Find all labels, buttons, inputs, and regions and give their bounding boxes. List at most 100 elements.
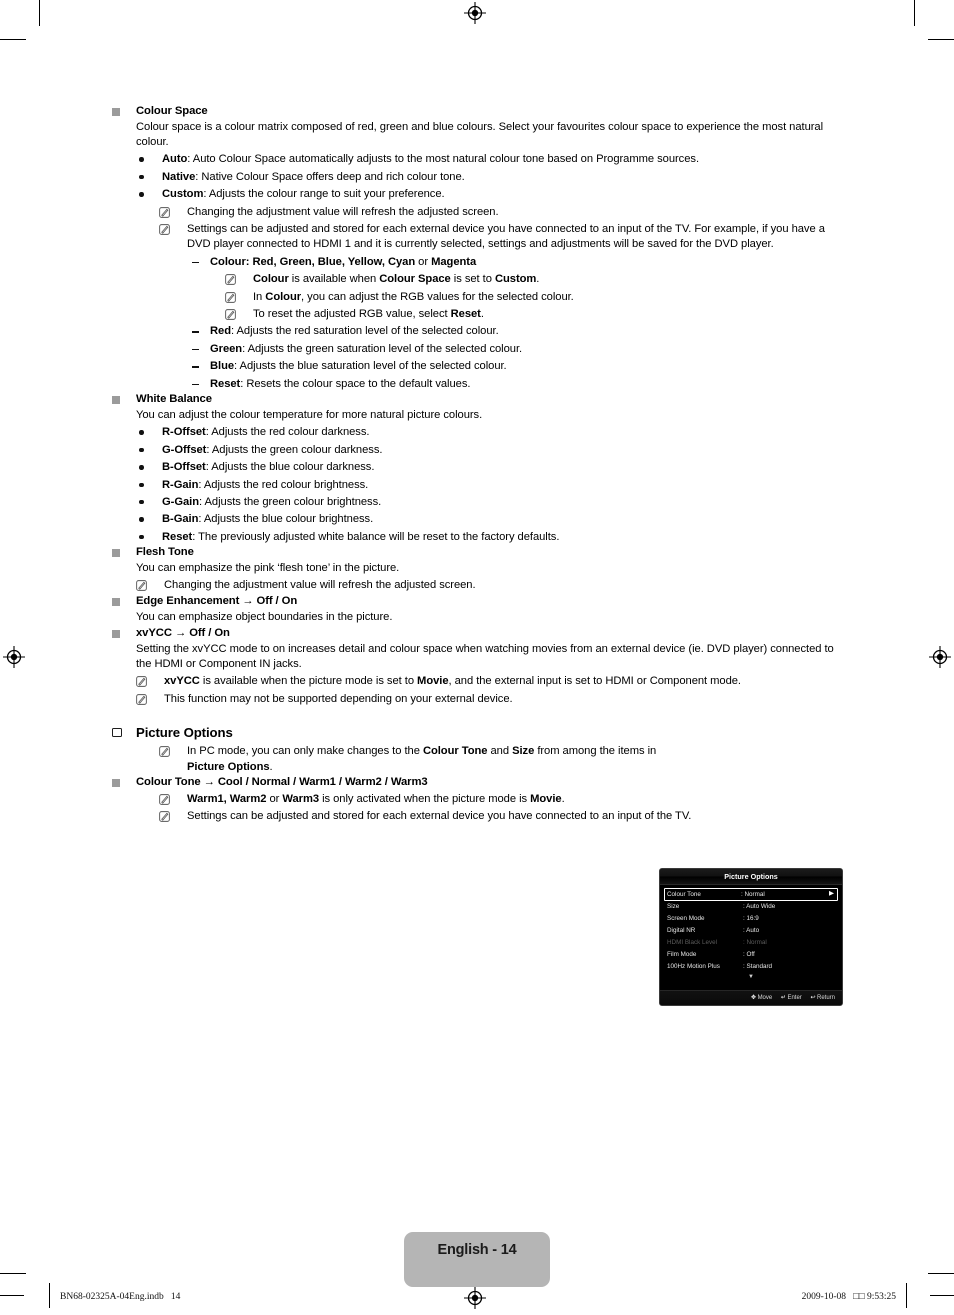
osd-row-screen-mode-label: Screen Mode bbox=[667, 915, 705, 922]
note-flesh-tone-refresh-text: Changing the adjustment value will refre… bbox=[164, 579, 476, 592]
section-xvycc: xvYCC → Off / On Setting the xvYCC mode … bbox=[112, 626, 842, 707]
manual-page: Colour Space Colour space is a colour ma… bbox=[0, 0, 954, 1315]
note-pc-mode-b2: Size bbox=[512, 745, 535, 758]
note-pc-mode-t3: . bbox=[269, 760, 273, 773]
dash-marker-icon bbox=[192, 331, 199, 333]
note-colour-available-b1: Colour bbox=[253, 273, 289, 286]
note-stored-per-device: Settings can be adjusted and stored for … bbox=[157, 222, 842, 253]
note-pencil-icon bbox=[159, 811, 170, 823]
dash-blue-text: : Adjusts the blue saturation level of t… bbox=[234, 360, 507, 373]
note-warm-modes-t1: or bbox=[266, 792, 283, 805]
osd-row-motion-plus-label: 100Hz Motion Plus bbox=[667, 963, 720, 970]
bullet-r-offset: R-Offset: Adjusts the red colour darknes… bbox=[112, 425, 842, 440]
heading-white-balance: White Balance bbox=[112, 392, 842, 407]
bullet-wb-reset-text: : The previously adjusted white balance … bbox=[192, 530, 560, 543]
note-warm-modes-t3: . bbox=[561, 792, 565, 805]
dash-blue-term: Blue bbox=[210, 360, 235, 373]
note-colour-available-t2: is set to bbox=[450, 273, 495, 286]
crop-mark-bottom-left-horizontal bbox=[0, 1273, 26, 1274]
bullet-g-gain-text: : Adjusts the green colour brightness. bbox=[199, 495, 382, 508]
bullet-wb-reset: Reset: The previously adjusted white bal… bbox=[112, 530, 842, 545]
bullet-b-offset: B-Offset: Adjusts the blue colour darkne… bbox=[112, 460, 842, 475]
heading-xvycc-label: xvYCC → Off / On bbox=[136, 626, 230, 639]
osd-row-motion-plus[interactable]: 100Hz Motion Plus : Standard bbox=[667, 961, 835, 973]
round-bullet-icon bbox=[139, 430, 144, 435]
bullet-native-term: Native bbox=[162, 170, 196, 183]
note-xvycc-availability: xvYCC is available when the picture mode… bbox=[134, 674, 842, 689]
dash-green-term: Green bbox=[210, 342, 243, 355]
note-pencil-icon bbox=[159, 206, 170, 218]
osd-row-size[interactable]: Size : Auto Wide bbox=[667, 901, 835, 913]
heading-colour-space: Colour Space bbox=[112, 104, 842, 119]
section-white-balance: White Balance You can adjust the colour … bbox=[112, 392, 842, 545]
bullet-b-offset-term: B-Offset bbox=[162, 461, 206, 474]
note-pencil-icon bbox=[225, 309, 236, 320]
registration-mark-right bbox=[929, 646, 951, 668]
note-pencil-icon bbox=[136, 693, 147, 705]
heading-colour-tone: Colour Tone → Cool / Normal / Warm1 / Wa… bbox=[112, 775, 842, 790]
osd-row-hdmi-black-level-label: HDMI Black Level bbox=[667, 939, 718, 946]
dash-reset-text: : Resets the colour space to the default… bbox=[240, 377, 471, 390]
bullet-r-gain-term: R-Gain bbox=[162, 478, 199, 491]
note-pencil-icon bbox=[225, 291, 236, 303]
heading-flesh-tone: Flesh Tone bbox=[112, 545, 842, 560]
note-warm-modes-b2: Warm3 bbox=[282, 792, 320, 805]
dash-green: Green: Adjusts the green saturation leve… bbox=[190, 342, 842, 357]
note-pencil-icon bbox=[136, 580, 147, 592]
osd-row-screen-mode[interactable]: Screen Mode : 16:9 bbox=[667, 913, 835, 925]
bullet-g-offset-text: : Adjusts the green colour darkness. bbox=[206, 443, 383, 456]
osd-hint-move: ✥ Move bbox=[751, 991, 772, 1005]
footer-divider-left bbox=[49, 1283, 50, 1308]
note-pc-mode-b3: Picture Options bbox=[187, 760, 270, 773]
note-colour-tone-stored: Settings can be adjusted and stored for … bbox=[157, 809, 692, 824]
note-refresh-screen-text: Changing the adjustment value will refre… bbox=[187, 205, 499, 218]
registration-mark-top bbox=[464, 2, 486, 24]
hollow-square-marker-icon bbox=[112, 728, 122, 738]
bullet-auto-term: Auto bbox=[162, 153, 188, 166]
note-colour-available-b3: Custom bbox=[494, 273, 537, 286]
dash-colour-list-b: Magenta bbox=[431, 255, 477, 268]
round-bullet-icon bbox=[139, 465, 144, 470]
bullet-r-offset-term: R-Offset bbox=[162, 426, 206, 439]
dash-red-text: : Adjusts the red saturation level of th… bbox=[231, 325, 499, 338]
enter-key-icon: ↵ bbox=[780, 995, 786, 1001]
dash-marker-icon bbox=[192, 261, 199, 264]
dash-colour-list-a: Colour: Red, Green, Blue, Yellow, Cyan bbox=[210, 255, 416, 268]
filled-square-marker-icon bbox=[112, 108, 120, 116]
bullet-g-offset-term: G-Offset bbox=[162, 443, 207, 456]
round-bullet-icon bbox=[139, 192, 144, 197]
note-xvycc-unsupported: This function may not be supported depen… bbox=[134, 692, 842, 707]
osd-row-colour-tone[interactable]: Colour Tone : Normal ▶ bbox=[664, 888, 838, 901]
dash-marker-icon bbox=[192, 383, 199, 385]
osd-hint-return: ↩ Return bbox=[810, 991, 835, 1005]
scroll-down-icon[interactable]: ▼ bbox=[667, 973, 835, 982]
note-pc-mode-b1: Colour Tone bbox=[422, 745, 488, 758]
note-xvycc-unsupported-text: This function may not be supported depen… bbox=[164, 692, 513, 705]
flesh-tone-intro: You can emphasize the pink ‘flesh tone’ … bbox=[136, 562, 400, 575]
bullet-native: Native: Native Colour Space offers deep … bbox=[112, 170, 842, 185]
osd-row-colour-tone-value: : Normal bbox=[741, 890, 765, 898]
osd-row-digital-nr-label: Digital NR bbox=[667, 927, 696, 934]
section-picture-options: Picture Options In PC mode, you can only… bbox=[112, 724, 842, 775]
filled-square-marker-icon bbox=[112, 597, 120, 606]
note-xvycc-t1: is available when the picture mode is se… bbox=[199, 675, 418, 688]
tv-osd-screenshot: Picture Options Colour Tone : Normal ▶ S… bbox=[659, 868, 843, 1006]
section-colour-tone: Colour Tone → Cool / Normal / Warm1 / Wa… bbox=[112, 775, 842, 825]
round-bullet-icon bbox=[139, 534, 144, 540]
note-warm-modes-b3: Movie bbox=[530, 792, 562, 805]
dash-green-text: : Adjusts the green saturation level of … bbox=[242, 342, 523, 355]
osd-menu-list: Colour Tone : Normal ▶ Size : Auto Wide … bbox=[660, 885, 842, 982]
osd-row-film-mode-value: : Off bbox=[743, 951, 755, 958]
footer-rule-right bbox=[930, 1295, 954, 1296]
note-reset-rgb-t0: To reset the adjusted RGB value, select bbox=[253, 308, 451, 321]
note-pc-mode: In PC mode, you can only make changes to… bbox=[157, 744, 692, 775]
osd-row-digital-nr[interactable]: Digital NR : Auto bbox=[667, 925, 835, 937]
note-reset-rgb-t1: . bbox=[480, 308, 484, 321]
osd-hint-enter: ↵ Enter bbox=[780, 991, 802, 1005]
note-pc-mode-t1: and bbox=[487, 745, 513, 758]
dash-reset-term: Reset bbox=[210, 377, 241, 390]
page-number-tag: English - 14 bbox=[404, 1232, 550, 1287]
bullet-r-gain: R-Gain: Adjusts the red colour brightnes… bbox=[112, 478, 842, 493]
osd-row-film-mode[interactable]: Film Mode : Off bbox=[667, 949, 835, 961]
note-pencil-icon bbox=[225, 274, 236, 286]
